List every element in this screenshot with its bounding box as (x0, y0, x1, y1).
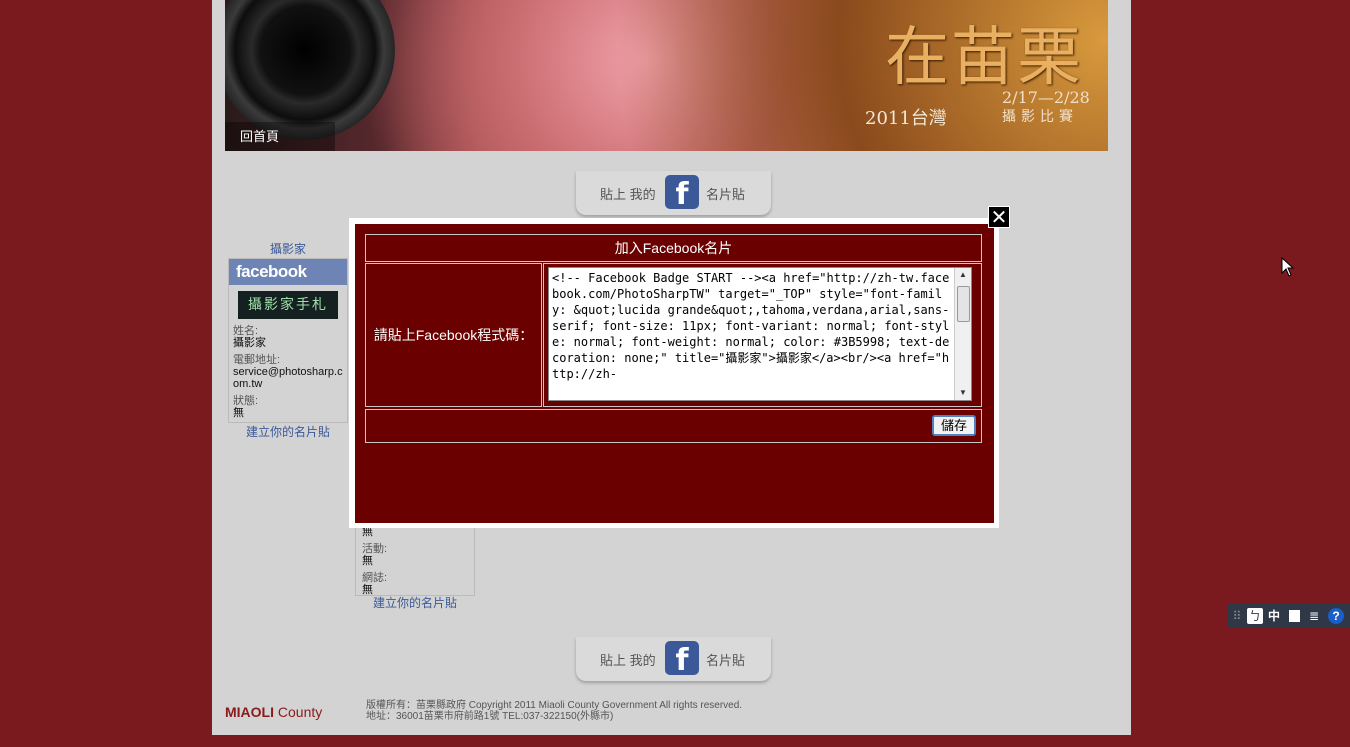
facebook-icon: f (665, 175, 699, 209)
code-text: <!-- Facebook Badge START --><a href="ht… (552, 271, 950, 381)
facebook-code-textarea[interactable]: <!-- Facebook Badge START --><a href="ht… (548, 267, 972, 401)
banner-subtitle: 攝影比賽 (1002, 108, 1078, 124)
badge-box-2: 無 活動: 無 網誌: 無 (355, 526, 475, 596)
ime-toolbar: ⠿ ㄅ 中 ≣ ? (1227, 604, 1350, 628)
banner-dates: 2/17—2/28 (1002, 88, 1090, 107)
ime-grip-icon[interactable]: ⠿ (1229, 608, 1245, 624)
close-icon[interactable]: ✕ (988, 206, 1010, 228)
badge-info: 姓名: 攝影家 電郵地址: service@photosharp.com.tw … (233, 325, 348, 419)
post-fb-card-tab-bottom[interactable]: 貼上 我的 f 名片貼 (576, 637, 771, 681)
name-value: 攝影家 (233, 337, 266, 349)
mouse-cursor-icon (1281, 257, 1295, 277)
email-label: 電郵地址: (233, 354, 281, 366)
badge-box: facebook 攝影家手札 姓名: 攝影家 電郵地址: service@pho… (228, 258, 348, 423)
logo-bold-text: MIAOLI (225, 704, 274, 720)
textarea-scrollbar[interactable]: ▲ ▼ (954, 268, 971, 400)
facebook-badge-card: 攝影家 facebook 攝影家手札 姓名: 攝影家 電郵地址: service… (228, 240, 348, 440)
blog-label: 網誌: (362, 572, 388, 584)
card-title[interactable]: 攝影家 (228, 240, 348, 258)
scroll-up-icon[interactable]: ▲ (955, 268, 971, 282)
ime-fullwidth-icon[interactable] (1286, 608, 1302, 624)
home-link[interactable]: 回首頁 (225, 122, 335, 151)
facebook-logo-header: facebook (229, 259, 347, 285)
create-card-link[interactable]: 建立你的名片貼 (228, 423, 348, 440)
ime-chinese-icon[interactable]: 中 (1266, 608, 1282, 624)
address-text: 地址：36001苗栗市府前路1號 TEL:037-322150(外縣市) (366, 711, 614, 722)
activity-value: 無 (362, 555, 373, 567)
code-field-cell: <!-- Facebook Badge START --><a href="ht… (543, 263, 982, 407)
ime-pad-icon[interactable]: ≣ (1306, 608, 1322, 624)
modal-body: 加入Facebook名片 請貼上Facebook程式碼： <!-- Facebo… (355, 224, 994, 523)
email-value: service@photosharp.com.tw (233, 366, 343, 390)
save-button[interactable]: 儲存 (932, 415, 976, 436)
name-label: 姓名: (233, 325, 259, 337)
facebook-icon: f (665, 641, 699, 675)
ime-help-icon[interactable]: ? (1328, 608, 1344, 624)
modal-title: 加入Facebook名片 (365, 234, 982, 262)
modal-footer: 儲存 (365, 409, 982, 443)
code-field-label: 請貼上Facebook程式碼： (365, 263, 542, 407)
status-value: 無 (233, 407, 244, 419)
fb-tab-prefix: 貼上 我的 (600, 653, 656, 668)
banner-title: 在苗栗 (885, 21, 1083, 95)
add-facebook-card-modal: 加入Facebook名片 請貼上Facebook程式碼： <!-- Facebo… (349, 218, 999, 528)
second-badge-card: 無 活動: 無 網誌: 無 建立你的名片貼 (355, 526, 475, 610)
event-banner: 在苗栗 2011台灣 2/17—2/28 攝影比賽 回首頁 (225, 0, 1108, 151)
scroll-thumb[interactable] (957, 286, 970, 322)
logo-light-text: County (277, 704, 323, 720)
fb-tab-suffix: 名片貼 (706, 653, 746, 668)
ime-mode-icon[interactable]: ㄅ (1247, 608, 1263, 624)
banner-year: 2011台灣 (865, 108, 947, 129)
copyright-text: 版權所有：苗栗縣政府 Copyright 2011 Miaoli County … (366, 700, 743, 711)
footer-info: 版權所有：苗栗縣政府 Copyright 2011 Miaoli County … (366, 700, 742, 722)
status-label: 狀態: (233, 395, 259, 407)
miaoli-county-logo: MIAOLI County (225, 704, 322, 720)
post-fb-card-tab-top[interactable]: 貼上 我的 f 名片貼 (576, 171, 771, 215)
create-card-link-2[interactable]: 建立你的名片貼 (355, 594, 475, 611)
profile-image[interactable]: 攝影家手札 (238, 291, 338, 319)
fb-tab-prefix: 貼上 我的 (600, 187, 656, 202)
activity-label: 活動: (362, 543, 388, 555)
camera-lens-image (225, 0, 395, 140)
scroll-down-icon[interactable]: ▼ (955, 386, 971, 400)
fb-tab-suffix: 名片貼 (706, 187, 746, 202)
